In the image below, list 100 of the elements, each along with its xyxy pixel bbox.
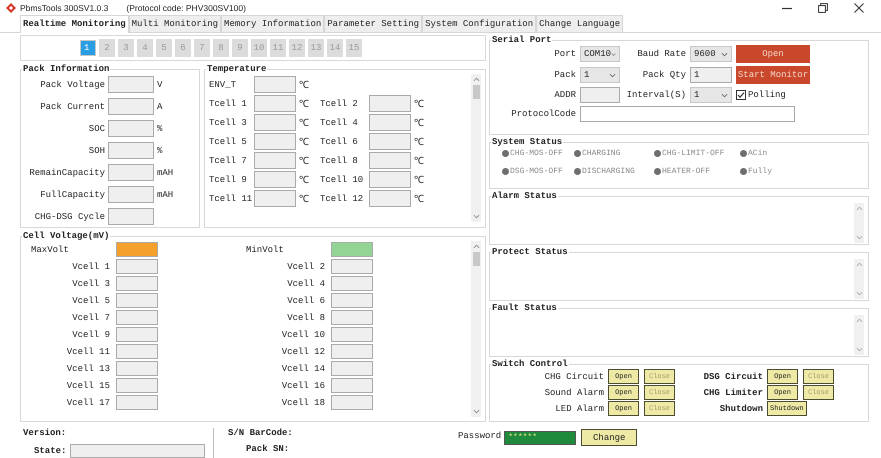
password-label: Password [458,431,502,441]
unit-label: mAH [157,168,174,178]
pack-page-button[interactable]: 2 [99,39,115,57]
tab[interactable]: Realtime Monitoring [20,15,129,33]
field-label: Vcell 8 [286,312,325,322]
status-label: HEATER-OFF [662,167,710,176]
field-label: Vcell 18 [280,398,325,408]
pack-page-button[interactable]: 14 [327,39,343,57]
chevron-up-icon[interactable] [472,77,480,82]
value-field [254,133,296,150]
field-label: Vcell 9 [71,330,110,340]
pack-select[interactable]: 1 [580,67,620,83]
field-label: Interval(S) [626,90,686,100]
chevron-down-icon[interactable] [472,409,480,414]
chevron-up-icon[interactable] [856,318,862,323]
scrollbar[interactable] [854,203,864,243]
value-field [116,293,158,308]
scroll-thumb[interactable] [472,252,480,266]
chevron-up-icon[interactable] [856,206,862,211]
pack-qty-field[interactable]: 1 [690,67,732,83]
value-field [108,208,154,225]
value-field [108,186,154,203]
chevron-down-icon[interactable] [472,214,480,219]
protocol-code-field[interactable] [580,106,795,122]
pack-page-button[interactable]: 6 [175,39,191,57]
restore-icon[interactable] [818,2,828,12]
scrollbar[interactable] [471,241,481,417]
chevron-up-icon[interactable] [856,262,862,267]
field-label: SOC [88,124,105,134]
checkbox[interactable] [736,90,746,100]
group-title: Pack Information [22,64,110,74]
tab[interactable]: Change Language [536,15,624,32]
unit-label: ℃ [299,98,310,111]
interval-select[interactable]: 1 [690,87,732,103]
change-button[interactable]: Change [581,429,638,446]
pack-page-button[interactable]: 15 [346,39,362,57]
chevron-down-icon[interactable] [856,291,862,296]
port-select[interactable]: COM10 [580,46,620,62]
value-field [108,98,154,115]
field-label: Tcell 2 [320,98,359,108]
addr-field[interactable] [580,87,620,103]
scrollbar[interactable] [854,259,864,299]
field-label: Tcell 10 [320,174,364,184]
field-label: Vcell 10 [280,330,325,340]
field-label: MinVolt [245,244,285,254]
value-field [331,259,373,274]
pack-page-button[interactable]: 3 [118,39,134,57]
status-label: Fully [748,167,772,176]
value-field [116,378,158,393]
field-label: Tcell 5 [209,136,248,146]
pack-page-button[interactable]: 13 [308,39,324,57]
field-label: Vcell 3 [71,278,110,288]
field-label: Tcell 7 [209,156,248,166]
value-field [369,152,411,169]
chevron-up-icon[interactable] [472,244,480,249]
tab[interactable]: Parameter Setting [324,15,422,32]
pack-page-button[interactable]: 10 [251,39,267,57]
unit-label: % [157,124,164,134]
field-label: SOH [88,146,105,156]
pack-page-button[interactable]: 1 [80,40,96,56]
scrollbar[interactable] [854,315,864,355]
unit-label: ℃ [299,136,310,149]
unit-label: ℃ [414,98,425,111]
pack-page-button[interactable]: 9 [232,39,248,57]
pack-page-button[interactable]: 4 [137,39,153,57]
switch-label: LED Alarm [554,404,604,414]
field-label: Vcell 7 [71,312,110,322]
pack-page-button[interactable]: 11 [270,39,286,57]
field-label: ADDR [553,90,576,100]
status-label: DSG-MOS-OFF [510,167,563,176]
tab[interactable]: System Configuration [422,15,536,32]
value-field [254,171,296,188]
value-field [254,190,296,207]
chevron-down-icon[interactable] [856,347,862,352]
pack-page-button[interactable]: 12 [289,39,305,57]
status-label: DISCHARGING [582,167,635,176]
start-monitor-button[interactable]: Start Monitor [736,66,810,84]
unit-label: ℃ [299,118,310,130]
field-label: Vcell 14 [280,364,325,374]
checkbox-label: Polling [748,90,786,100]
scrollbar[interactable] [471,74,481,222]
password-field[interactable]: ****** [504,431,576,445]
pack-page-button[interactable]: 5 [156,39,172,57]
pack-page-button[interactable]: 8 [213,39,229,57]
field-label: ProtocolCode [510,109,576,119]
pack-page-button[interactable]: 7 [194,39,210,57]
group-title: Serial Port [491,35,552,45]
open-button[interactable]: Open [736,45,810,63]
tab[interactable]: Memory Information [221,15,324,32]
chevron-down-icon[interactable] [856,235,862,240]
group-title: Cell Voltage(mV) [22,231,110,241]
value-field [108,164,154,181]
field-label: Vcell 1 [71,262,110,272]
field-label: Tcell 6 [320,136,359,146]
tab[interactable]: Multi Monitoring [128,15,222,32]
unit-label: ℃ [414,118,425,130]
baud-rate-select[interactable]: 9600 [690,46,732,62]
switch-label: CHG Limiter [702,388,763,398]
scroll-thumb[interactable] [472,85,480,99]
close-icon[interactable] [854,2,864,12]
